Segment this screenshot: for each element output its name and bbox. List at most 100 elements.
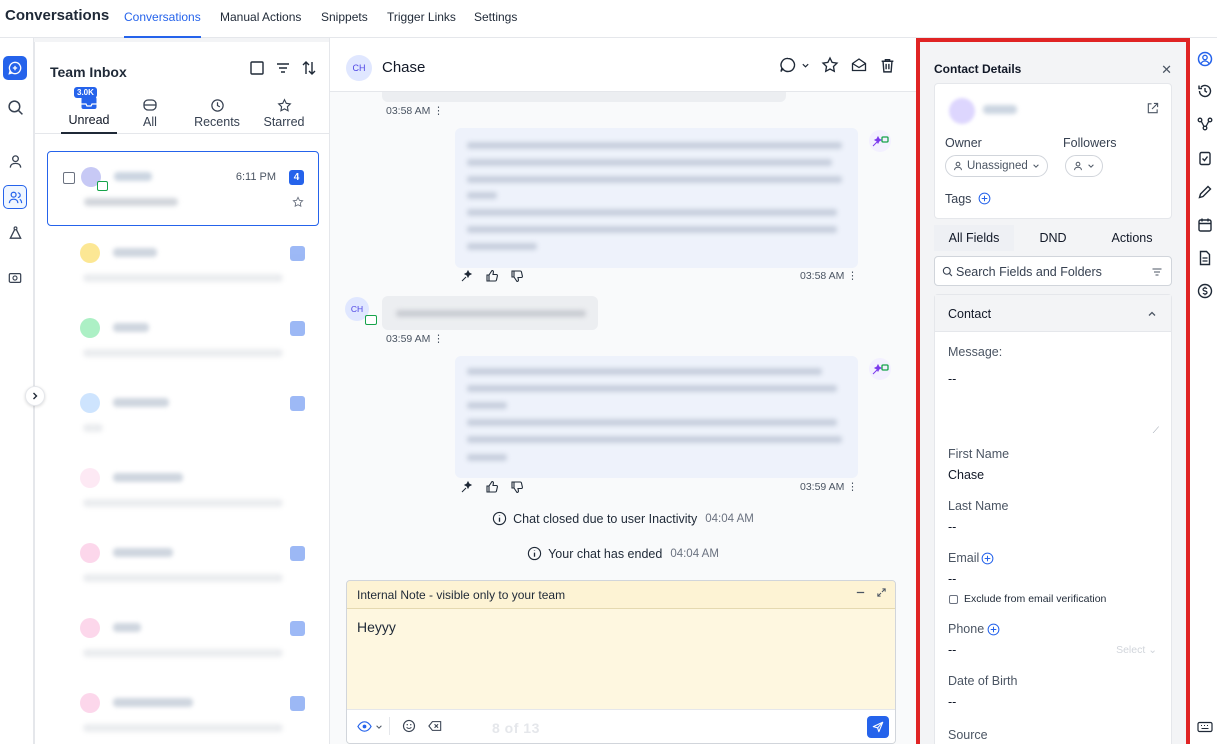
contact-fields-section: Contact Message: -- ⟋ First Name Chase L… bbox=[934, 294, 1172, 744]
list-item[interactable] bbox=[47, 228, 319, 303]
filter-tab-all[interactable]: All bbox=[132, 88, 168, 134]
ai-sparkle-icon[interactable] bbox=[460, 480, 474, 494]
avatar: CH bbox=[345, 297, 377, 325]
incoming-message-redacted bbox=[382, 296, 598, 330]
add-phone-icon[interactable] bbox=[987, 623, 1000, 636]
unread-indicator bbox=[290, 696, 305, 711]
tab-settings[interactable]: Settings bbox=[474, 10, 517, 38]
chat-panel: CH Chase 03:58 AM ⋮ 03:58 AM ⋮ CH 03:59 … bbox=[330, 38, 916, 744]
thumbs-up-icon[interactable] bbox=[485, 480, 499, 494]
assign-chat-icon[interactable] bbox=[779, 56, 810, 74]
search-placeholder: Search Fields and Folders bbox=[956, 265, 1102, 279]
mark-read-icon[interactable] bbox=[850, 56, 868, 74]
filter-label-starred: Starred bbox=[263, 115, 305, 129]
segment-dnd[interactable]: DND bbox=[1014, 225, 1092, 251]
add-email-icon[interactable] bbox=[981, 552, 994, 565]
ai-sparkle-icon[interactable] bbox=[460, 269, 474, 283]
note-input[interactable]: Heyyy bbox=[357, 619, 396, 635]
filter-tab-recents[interactable]: Recents bbox=[190, 88, 244, 134]
chevron-down-icon bbox=[1087, 162, 1095, 170]
thumbs-down-icon[interactable] bbox=[510, 480, 524, 494]
phone-label: Phone bbox=[948, 622, 985, 636]
camera-icon[interactable] bbox=[3, 266, 27, 290]
segment-all-fields[interactable]: All Fields bbox=[934, 225, 1014, 251]
filter-tab-unread[interactable]: 3.0K Unread bbox=[61, 87, 117, 134]
contact-details-highlight: Contact Details ✕ Owner Followers Unassi… bbox=[916, 38, 1190, 744]
filter-icon[interactable] bbox=[1151, 266, 1163, 278]
list-item[interactable] bbox=[47, 678, 319, 744]
payments-icon[interactable] bbox=[1196, 282, 1214, 300]
segment-actions[interactable]: Actions bbox=[1092, 225, 1172, 251]
new-conversation-icon[interactable] bbox=[3, 56, 27, 80]
contact-name-redacted bbox=[114, 172, 152, 181]
composer-toolbar: 8 of 13 bbox=[347, 709, 895, 743]
chevron-down-icon bbox=[375, 723, 383, 731]
expand-icon[interactable] bbox=[876, 587, 887, 598]
tab-snippets[interactable]: Snippets bbox=[321, 10, 368, 38]
inbox-filter-tabs: 3.0K Unread All Recents Starred bbox=[35, 87, 330, 134]
close-button[interactable]: ✕ bbox=[1161, 62, 1172, 78]
filter-label-all: All bbox=[143, 115, 157, 129]
exclude-email-checkbox[interactable] bbox=[949, 595, 958, 604]
resize-handle-icon[interactable]: ⟋ bbox=[1153, 425, 1159, 436]
first-name-field[interactable]: Chase bbox=[948, 468, 984, 482]
conversation-checkbox[interactable] bbox=[63, 172, 75, 184]
pen-icon[interactable] bbox=[1196, 183, 1214, 201]
minimize-icon[interactable] bbox=[855, 587, 866, 598]
add-tag-icon[interactable] bbox=[978, 192, 991, 205]
section-header[interactable]: Contact bbox=[935, 295, 1171, 332]
phone-field[interactable]: -- bbox=[948, 643, 956, 657]
send-button[interactable] bbox=[867, 716, 889, 738]
unread-count-badge: 3.0K bbox=[74, 87, 97, 98]
chat-header: CH Chase bbox=[330, 38, 916, 92]
followers-select[interactable] bbox=[1065, 155, 1103, 177]
calendar-icon[interactable] bbox=[1196, 216, 1214, 234]
workflow-icon[interactable] bbox=[1196, 115, 1214, 133]
list-item[interactable] bbox=[47, 528, 319, 603]
document-icon[interactable] bbox=[1196, 249, 1214, 267]
tab-trigger-links[interactable]: Trigger Links bbox=[387, 10, 456, 38]
message-field[interactable]: -- bbox=[948, 372, 956, 386]
tab-manual-actions[interactable]: Manual Actions bbox=[220, 10, 301, 38]
emoji-icon[interactable] bbox=[402, 719, 416, 733]
email-field[interactable]: -- bbox=[948, 572, 956, 586]
last-name-field[interactable]: -- bbox=[948, 520, 956, 534]
filter-icon[interactable] bbox=[275, 60, 291, 76]
filter-tab-starred[interactable]: Starred bbox=[259, 88, 309, 134]
list-item[interactable] bbox=[47, 453, 319, 528]
list-item[interactable] bbox=[47, 378, 319, 453]
select-all-checkbox-icon[interactable] bbox=[249, 60, 265, 76]
conversation-item-selected[interactable]: 6:11 PM 4 bbox=[47, 151, 319, 226]
team-icon[interactable] bbox=[3, 185, 27, 209]
star-icon[interactable] bbox=[821, 56, 839, 74]
network-icon[interactable] bbox=[3, 221, 27, 245]
thumbs-down-icon[interactable] bbox=[510, 269, 524, 283]
external-link-icon[interactable] bbox=[1146, 102, 1159, 115]
trash-icon[interactable] bbox=[879, 57, 896, 74]
keyboard-icon[interactable] bbox=[1196, 718, 1214, 736]
clear-icon[interactable] bbox=[428, 720, 442, 732]
owner-select[interactable]: Unassigned bbox=[945, 155, 1048, 177]
star-icon[interactable] bbox=[292, 196, 304, 208]
search-icon[interactable] bbox=[3, 95, 27, 119]
contact-name-redacted bbox=[983, 105, 1017, 114]
thumbs-up-icon[interactable] bbox=[485, 269, 499, 283]
tasks-icon[interactable] bbox=[1196, 149, 1214, 167]
user-icon[interactable] bbox=[3, 149, 27, 173]
visibility-toggle[interactable] bbox=[357, 720, 383, 733]
archive-icon bbox=[142, 98, 158, 112]
expand-sidebar-button[interactable] bbox=[25, 386, 45, 406]
avatar bbox=[80, 693, 100, 713]
history-icon[interactable] bbox=[1196, 82, 1214, 100]
list-item[interactable] bbox=[47, 603, 319, 678]
message-preview-redacted bbox=[83, 274, 283, 282]
phone-type-select[interactable]: Select ⌄ bbox=[1116, 644, 1157, 656]
contact-details-panel: Contact Details ✕ Owner Followers Unassi… bbox=[920, 42, 1186, 744]
dob-field[interactable]: -- bbox=[948, 695, 956, 709]
clock-icon bbox=[210, 98, 225, 113]
search-fields-input[interactable]: Search Fields and Folders bbox=[934, 256, 1172, 286]
contact-profile-icon[interactable] bbox=[1196, 50, 1214, 68]
sort-icon[interactable] bbox=[301, 60, 317, 76]
tab-conversations[interactable]: Conversations bbox=[124, 10, 201, 38]
list-item[interactable] bbox=[47, 303, 319, 378]
